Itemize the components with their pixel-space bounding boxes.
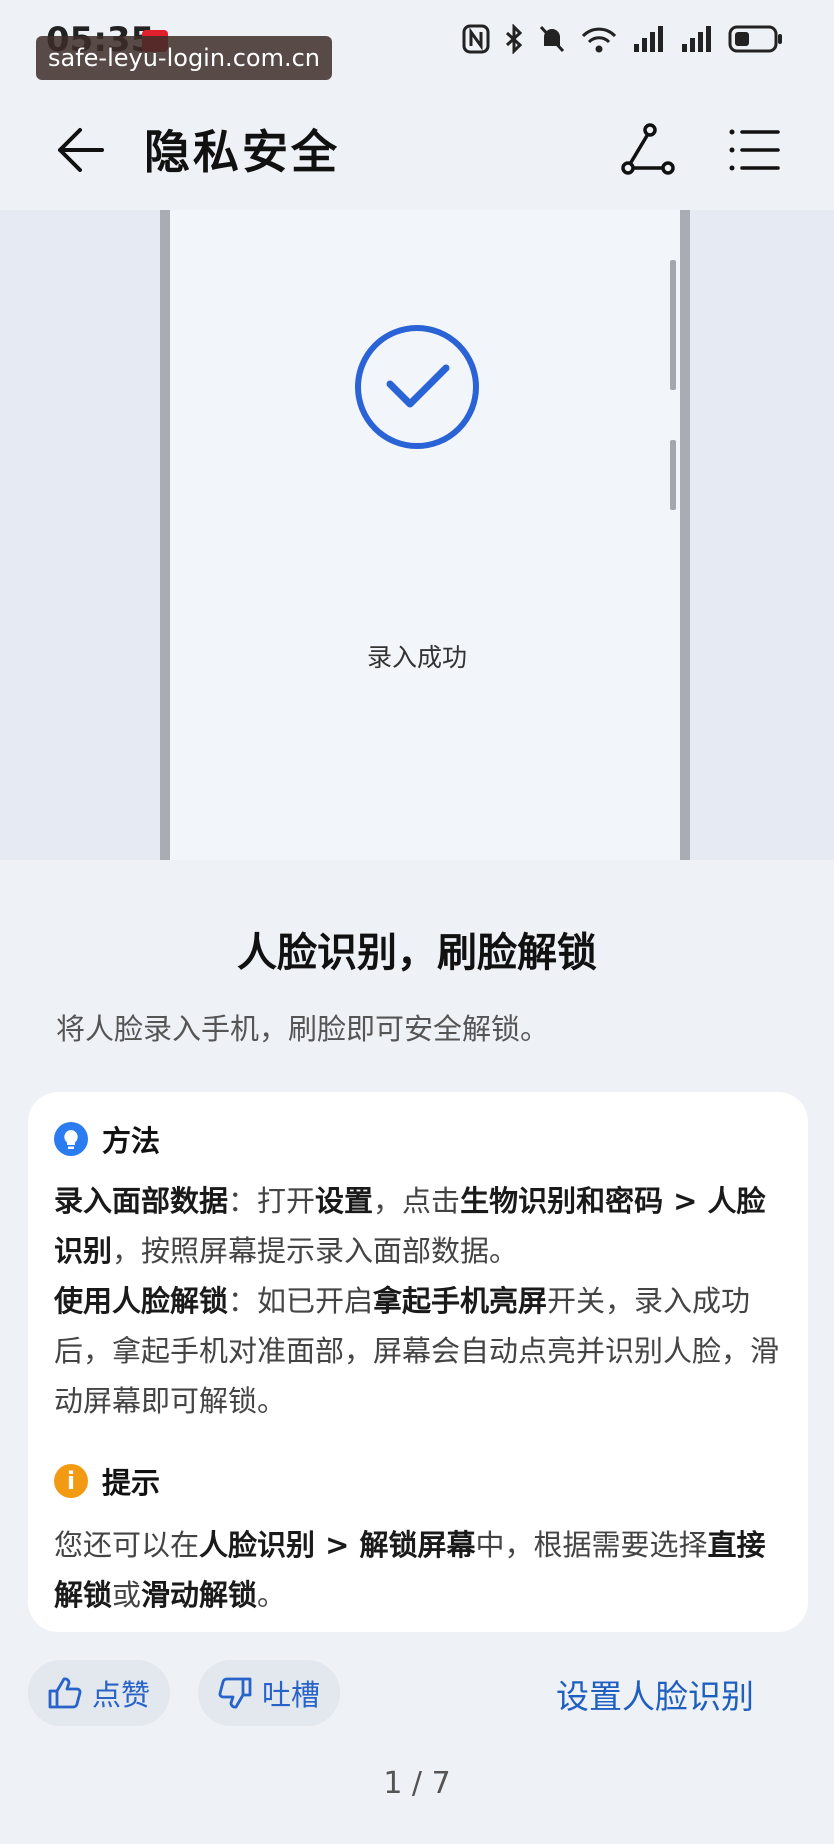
info-card: 方法 录入面部数据：打开设置，点击生物识别和密码 > 人脸识别，按照屏幕提示录入… — [28, 1092, 808, 1632]
page-indicator: 1 / 7 — [383, 1766, 451, 1801]
phone-side-button — [670, 260, 676, 390]
phone-frame — [160, 210, 690, 860]
tip-option: 滑动解锁 — [141, 1578, 258, 1612]
wifi-icon — [581, 27, 617, 53]
status-icons — [462, 24, 784, 54]
feature-title: 人脸识别，刷脸解锁 — [237, 930, 597, 976]
battery-icon — [728, 25, 782, 53]
bluetooth-icon — [505, 24, 523, 54]
dislike-label: 吐槽 — [262, 1678, 321, 1712]
back-button[interactable] — [52, 120, 112, 180]
thumbs-up-icon — [48, 1677, 82, 1709]
app-header: 隐私安全 — [0, 90, 834, 210]
signal-icon — [634, 26, 663, 52]
tip-text: 中，根据需要选择 — [475, 1528, 708, 1562]
mute-bell-icon — [539, 25, 565, 53]
method-paragraph-1: 录入面部数据：打开设置，点击生物识别和密码 > 人脸识别，按照屏幕提示录入面部数… — [54, 1176, 786, 1276]
signal-icon — [682, 26, 711, 52]
list-menu-icon — [729, 129, 780, 171]
method-paragraph-2: 使用人脸解锁：如已开启拿起手机亮屏开关，录入成功后，拿起手机对准面部，屏幕会自动… — [54, 1276, 786, 1426]
method-text: ：如已开启 — [228, 1284, 374, 1318]
lightbulb-icon — [54, 1122, 88, 1156]
tip-text: 或 — [112, 1578, 142, 1612]
tip-heading: i 提示 — [54, 1460, 160, 1502]
feature-subtitle: 将人脸录入手机，刷脸即可安全解锁。 — [56, 1012, 550, 1046]
share-icon — [621, 123, 675, 175]
phone-illustration: 录入成功 — [0, 210, 834, 860]
success-check-icon — [355, 325, 479, 449]
dislike-button[interactable]: 吐槽 — [198, 1660, 340, 1726]
method-heading: 方法 — [54, 1118, 160, 1160]
tip-text: 。 — [257, 1578, 287, 1612]
tip-text: 您还可以在 — [54, 1528, 200, 1562]
method-step-label: 录入面部数据 — [54, 1184, 229, 1218]
tip-settings-path: 人脸识别 > 解锁屏幕 — [199, 1528, 476, 1562]
enrollment-success-text: 录入成功 — [366, 643, 467, 672]
arrow-left-icon — [58, 128, 104, 172]
phone-side-button — [670, 440, 676, 510]
like-button[interactable]: 点赞 — [28, 1660, 170, 1726]
page-title: 隐私安全 — [144, 125, 340, 179]
method-text: ：打开 — [228, 1184, 316, 1218]
menu-button[interactable] — [724, 120, 784, 180]
setup-face-recognition-button[interactable]: 设置人脸识别 — [556, 1670, 754, 1718]
watermark-overlay: safe-leyu-login.com.cn — [36, 36, 332, 80]
like-label: 点赞 — [92, 1678, 151, 1712]
method-text: ，按照屏幕提示录入面部数据。 — [112, 1234, 519, 1268]
tip-paragraph: 您还可以在人脸识别 > 解锁屏幕中，根据需要选择直接解锁或滑动解锁。 — [54, 1520, 786, 1620]
share-button[interactable] — [618, 120, 678, 180]
status-bar: 05:35 safe-leyu-login.com.cn — [0, 0, 834, 90]
tip-heading-label: 提示 — [102, 1466, 161, 1500]
method-switch-name: 拿起手机亮屏 — [373, 1284, 548, 1318]
method-heading-label: 方法 — [102, 1124, 161, 1158]
method-step-label: 使用人脸解锁 — [54, 1284, 229, 1318]
method-text: ，点击 — [373, 1184, 461, 1218]
info-icon: i — [54, 1464, 88, 1498]
method-setting-name: 设置 — [315, 1184, 374, 1218]
thumbs-down-icon — [218, 1677, 252, 1709]
nfc-icon — [462, 24, 490, 54]
